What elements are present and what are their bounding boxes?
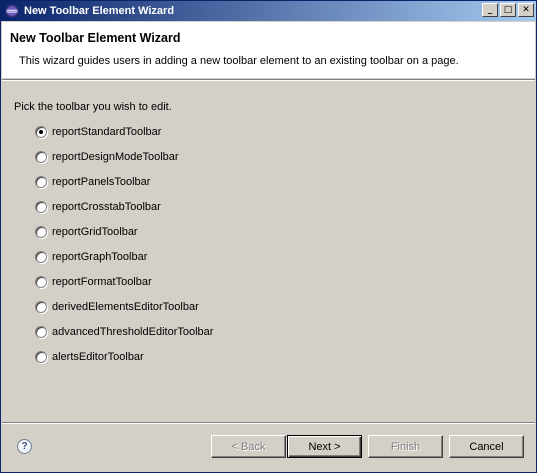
toolbar-option[interactable]: derivedElementsEditorToolbar	[35, 294, 213, 319]
toolbar-option-label: reportGridToolbar	[52, 225, 138, 238]
toolbar-option-label: reportDesignModeToolbar	[52, 150, 179, 163]
toolbar-option[interactable]: reportPanelsToolbar	[35, 169, 213, 194]
toolbar-option-label: advancedThresholdEditorToolbar	[52, 325, 214, 338]
radio-button[interactable]	[35, 125, 47, 138]
toolbar-radio-group: reportStandardToolbar reportDesignModeToo…	[35, 119, 213, 369]
finish-button[interactable]: Finish	[368, 435, 443, 458]
toolbar-option[interactable]: reportFormatToolbar	[35, 269, 213, 294]
toolbar-option[interactable]: reportCrosstabToolbar	[35, 194, 213, 219]
radio-button[interactable]	[35, 175, 47, 188]
title-bar[interactable]: New Toolbar Element Wizard _ □ ✕	[1, 1, 536, 21]
wizard-header: New Toolbar Element Wizard This wizard g…	[2, 22, 535, 78]
window-controls: _ □ ✕	[482, 3, 534, 17]
next-button[interactable]: Next >	[287, 435, 362, 458]
back-button[interactable]: < Back	[211, 435, 286, 458]
cancel-button[interactable]: Cancel	[449, 435, 524, 458]
page-description: This wizard guides users in adding a new…	[19, 55, 459, 67]
toolbar-option-label: derivedElementsEditorToolbar	[52, 300, 199, 313]
cancel-button-label: Cancel	[469, 440, 504, 453]
close-icon: ✕	[522, 4, 530, 15]
toolbar-option-label: reportStandardToolbar	[52, 125, 162, 138]
toolbar-option[interactable]: reportDesignModeToolbar	[35, 144, 213, 169]
radio-button[interactable]	[35, 200, 47, 213]
toolbar-option-label: reportGraphToolbar	[52, 250, 148, 263]
maximize-button[interactable]: □	[500, 3, 516, 17]
toolbar-option[interactable]: advancedThresholdEditorToolbar	[35, 319, 213, 344]
footer-divider	[2, 422, 535, 424]
toolbar-option-label: reportCrosstabToolbar	[52, 200, 161, 213]
close-button[interactable]: ✕	[518, 3, 534, 17]
help-icon[interactable]: ?	[17, 439, 32, 454]
finish-button-label: Finish	[390, 440, 421, 453]
toolbar-option[interactable]: reportStandardToolbar	[35, 119, 213, 144]
toolbar-option[interactable]: reportGraphToolbar	[35, 244, 213, 269]
eclipse-app-icon	[4, 3, 20, 19]
toolbar-option[interactable]: alertsEditorToolbar	[35, 344, 213, 369]
window-title: New Toolbar Element Wizard	[24, 5, 175, 17]
radio-button[interactable]	[35, 350, 47, 363]
help-icon-glyph: ?	[21, 441, 28, 452]
toolbar-option[interactable]: reportGridToolbar	[35, 219, 213, 244]
back-button-label: < Back	[231, 440, 266, 453]
minimize-button[interactable]: _	[482, 3, 498, 17]
header-divider	[2, 79, 535, 81]
radio-button[interactable]	[35, 325, 47, 338]
radio-button[interactable]	[35, 250, 47, 263]
minimize-icon: _	[487, 4, 493, 15]
radio-button[interactable]	[35, 150, 47, 163]
radio-button[interactable]	[35, 275, 47, 288]
maximize-icon: □	[503, 4, 513, 15]
wizard-dialog: New Toolbar Element Wizard _ □ ✕ New Too…	[0, 0, 537, 473]
toolbar-option-label: reportPanelsToolbar	[52, 175, 151, 188]
next-button-label: Next >	[308, 440, 341, 453]
toolbar-option-label: reportFormatToolbar	[52, 275, 152, 288]
toolbar-option-label: alertsEditorToolbar	[52, 350, 144, 363]
prompt-label: Pick the toolbar you wish to edit.	[14, 101, 172, 113]
radio-button[interactable]	[35, 225, 47, 238]
page-title: New Toolbar Element Wizard	[10, 31, 181, 45]
radio-button[interactable]	[35, 300, 47, 313]
